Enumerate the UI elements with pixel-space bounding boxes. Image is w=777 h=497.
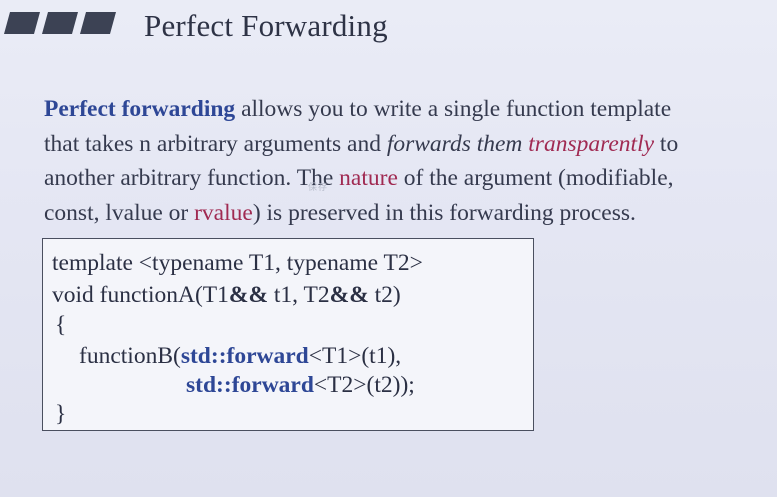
code-line-4: functionB(std::forward<T1>(t1), [79, 343, 402, 369]
paragraph-line-1: Perfect forwarding allows you to write a… [44, 96, 672, 122]
std-forward-keyword: std::forward [186, 372, 314, 398]
term-rvalue: rvalue [194, 199, 253, 226]
code-line-6: } [55, 401, 67, 427]
save-overlay-mark: 保存 [308, 183, 329, 193]
code-line-2: void functionA(T1&& t1, T2&& t2) [52, 282, 401, 308]
header-bar-2 [42, 12, 78, 34]
std-forward-keyword: std::forward [180, 343, 309, 369]
header-bars-decoration [4, 12, 116, 34]
term-nature: nature [339, 165, 398, 191]
header-bar-3 [80, 12, 116, 34]
paragraph-line-2: that takes n arbitrary arguments and for… [44, 130, 679, 157]
code-line-1: template <typename T1, typename T2> [52, 250, 423, 276]
paragraph-line-3: another arbitrary function. The nature o… [44, 165, 674, 191]
code-line-5: std::forward<T2>(t2)); [186, 372, 415, 398]
code-example-box: template <typename T1, typename T2> void… [42, 238, 534, 431]
description-paragraph: Perfect forwarding allows you to write a… [44, 92, 764, 230]
page-title: Perfect Forwarding [144, 8, 388, 43]
paragraph-line-4: const, lvalue or rvalue) is preserved in… [44, 199, 636, 226]
term-perfect-forwarding: Perfect forwarding [44, 96, 236, 122]
term-transparently: transparently [528, 130, 655, 157]
code-line-3: { [55, 312, 67, 338]
header-bar-1 [4, 12, 40, 34]
